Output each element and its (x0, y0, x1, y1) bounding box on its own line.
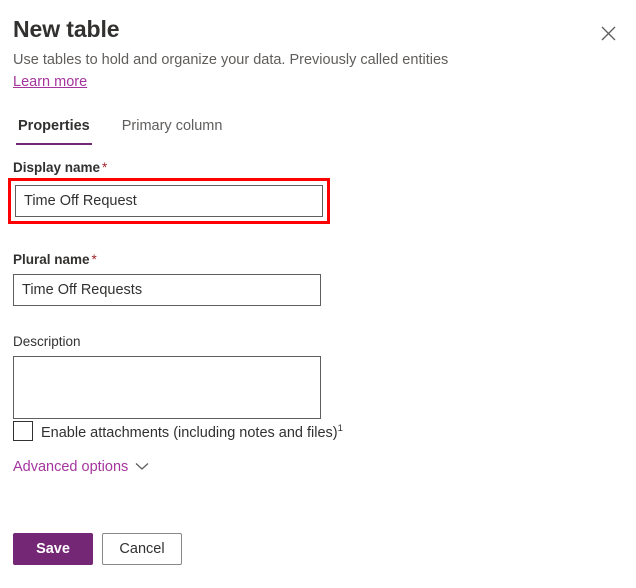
panel-footer: Save Cancel (13, 533, 182, 565)
display-name-field-group: Display name* (13, 158, 321, 224)
tab-primary-column[interactable]: Primary column (120, 116, 225, 145)
description-label: Description (13, 332, 321, 352)
advanced-options-label: Advanced options (13, 457, 128, 477)
panel-subtitle: Use tables to hold and organize your dat… (13, 50, 623, 70)
enable-attachments-label-text: Enable attachments (including notes and … (41, 425, 338, 441)
plural-name-input[interactable] (13, 274, 321, 306)
new-table-panel: New table Use tables to hold and organiz… (0, 0, 636, 588)
chevron-down-icon (135, 458, 149, 476)
learn-more-link[interactable]: Learn more (13, 72, 87, 92)
description-field-group: Description (13, 332, 321, 419)
tab-primary-column-label: Primary column (122, 118, 223, 134)
page-title: New table (13, 14, 623, 44)
plural-name-field-group: Plural name* (13, 250, 321, 306)
plural-name-label: Plural name* (13, 250, 321, 270)
tab-list: Properties Primary column (16, 116, 224, 145)
display-name-required-marker: * (102, 160, 107, 175)
enable-attachments-label: Enable attachments (including notes and … (41, 419, 343, 443)
enable-attachments-row[interactable]: Enable attachments (including notes and … (13, 419, 343, 443)
display-name-input[interactable] (15, 185, 323, 217)
display-name-highlight-annotation (8, 178, 330, 224)
tab-properties[interactable]: Properties (16, 116, 92, 145)
table-properties-form: Display name* Plural name* Description (13, 158, 321, 419)
enable-attachments-footnote: 1 (338, 423, 343, 434)
display-name-label: Display name* (13, 158, 321, 178)
advanced-options-toggle[interactable]: Advanced options (13, 457, 149, 477)
cancel-button[interactable]: Cancel (102, 533, 182, 565)
enable-attachments-checkbox[interactable] (13, 421, 33, 441)
close-icon (601, 26, 616, 41)
plural-name-label-text: Plural name (13, 252, 90, 267)
display-name-label-text: Display name (13, 160, 100, 175)
close-button[interactable] (594, 19, 622, 47)
save-button[interactable]: Save (13, 533, 93, 565)
plural-name-required-marker: * (92, 252, 97, 267)
description-textarea[interactable] (13, 356, 321, 419)
tab-properties-label: Properties (18, 118, 90, 134)
panel-header: New table Use tables to hold and organiz… (13, 14, 623, 92)
